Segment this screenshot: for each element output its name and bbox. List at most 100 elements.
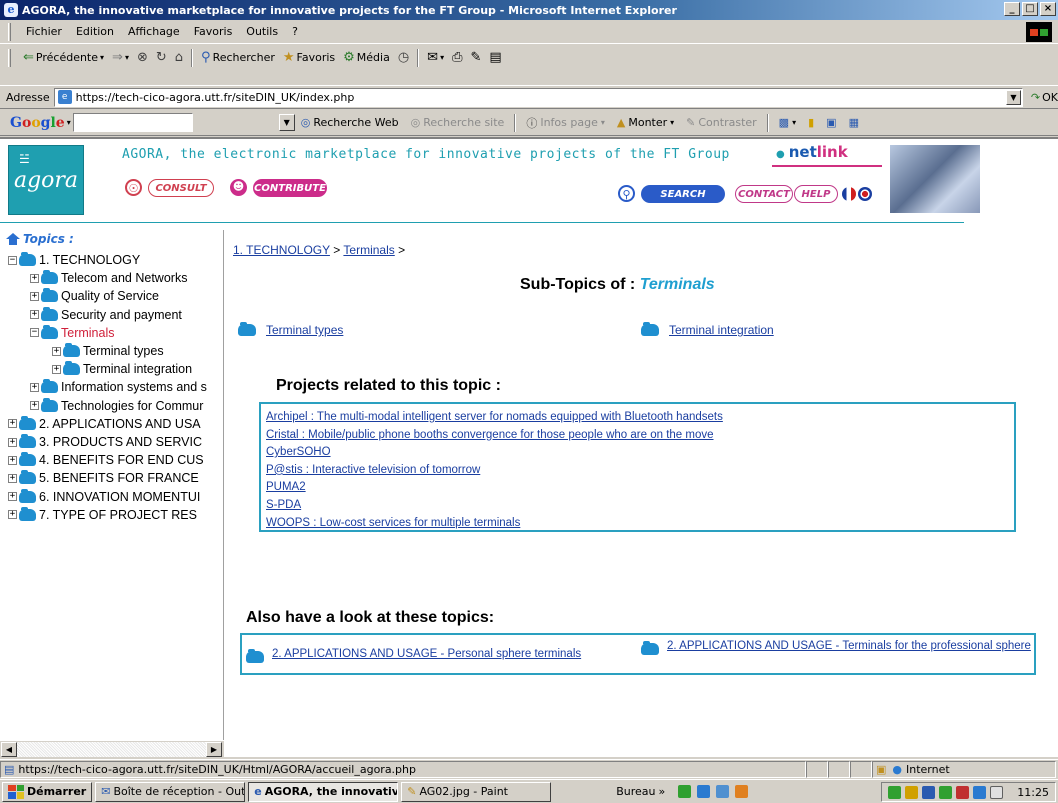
tree-item[interactable]: + Technologies for Commur [30, 397, 203, 415]
project-link-archipel[interactable]: Archipel : The multi-modal intelligent s… [266, 411, 1009, 429]
popup-blocker-button[interactable]: ▣ [820, 116, 842, 129]
menu-fichier[interactable]: Fichier [19, 25, 69, 38]
expand-icon[interactable]: + [52, 346, 61, 356]
scroll-right-button[interactable]: ▶ [206, 742, 222, 757]
title-bar[interactable]: e AGORA, the innovative marketplace for … [0, 0, 1058, 20]
clock[interactable]: 11:25 [1017, 786, 1049, 799]
task-outlook[interactable]: ✉ Boîte de réception - Outlo... [95, 781, 246, 802]
quick-launch-icon[interactable] [678, 785, 692, 798]
back-button[interactable]: ⇐ Précédente ▾ [19, 51, 108, 64]
task-paint[interactable]: ✎ AG02.jpg - Paint [401, 781, 552, 802]
expand-icon[interactable]: + [8, 437, 17, 447]
menu-favoris[interactable]: Favoris [187, 25, 240, 38]
subtopic-terminal-integration[interactable]: Terminal integration [641, 322, 774, 337]
quick-launch-icon[interactable] [735, 785, 749, 798]
highlight-button[interactable]: ▮ [802, 116, 820, 129]
expand-icon[interactable]: + [8, 492, 17, 502]
stop-button[interactable]: ⊗ [133, 51, 152, 64]
project-link-s-pda[interactable]: S-PDA [266, 499, 1009, 517]
language-icon[interactable] [922, 785, 936, 799]
related-topic-professional[interactable]: 2. APPLICATIONS AND USAGE - Terminals fo… [641, 639, 1033, 655]
expand-icon[interactable]: + [30, 382, 39, 392]
menu-outils[interactable]: Outils [239, 25, 285, 38]
google-logo[interactable]: Google [10, 115, 65, 131]
netlink-logo[interactable]: ● netlink [776, 143, 848, 161]
quick-launch-icon[interactable] [716, 785, 730, 798]
project-link-cristal[interactable]: Cristal : Mobile/public phone booths con… [266, 429, 1009, 447]
expand-icon[interactable]: + [30, 273, 39, 283]
tree-item[interactable]: − 1. TECHNOLOGY [8, 251, 140, 269]
mail-button[interactable]: ✉ ▾ [423, 51, 448, 64]
contribute-button[interactable]: CONTRIBUTE [253, 179, 327, 197]
discuss-button[interactable]: ▤ [485, 51, 505, 64]
project-link-cybersoho[interactable]: CyberSOHO [266, 446, 1009, 464]
quick-launch-icon[interactable] [697, 785, 711, 798]
tree-item[interactable]: + Telecom and Networks [30, 269, 187, 287]
maximize-button[interactable]: □ [1022, 2, 1038, 16]
tree-item[interactable]: +3. PRODUCTS AND SERVIC [8, 433, 202, 451]
page-info-button[interactable]: ⓘ Infos page ▾ [520, 115, 611, 131]
web-search-button[interactable]: ◎ Recherche Web [295, 116, 405, 129]
go-button[interactable]: ↷ OK [1031, 91, 1058, 104]
tree-item[interactable]: +4. BENEFITS FOR END CUS [8, 451, 204, 469]
contribute-icon[interactable]: ☻ [230, 179, 247, 196]
pagerank-button[interactable]: ▩ ▾ [773, 116, 802, 129]
scroll-left-button[interactable]: ◀ [1, 742, 17, 757]
tree-item[interactable]: + Terminal types [52, 342, 164, 360]
expand-icon[interactable]: + [30, 401, 39, 411]
subtopic-terminal-types[interactable]: Terminal types [238, 322, 343, 337]
tree-horizontal-scrollbar[interactable]: ◀ ▶ [0, 740, 224, 757]
home-button[interactable]: ⌂ [171, 51, 187, 64]
tree-item[interactable]: − Terminals [30, 324, 115, 342]
tray-icon[interactable] [973, 785, 987, 799]
collapse-icon[interactable]: − [8, 255, 17, 265]
site-search-button[interactable]: ◎ Recherche site [405, 116, 511, 129]
google-search-input[interactable] [72, 113, 193, 132]
menu-affichage[interactable]: Affichage [121, 25, 187, 38]
expand-icon[interactable]: + [8, 419, 17, 429]
tray-icon[interactable] [888, 785, 902, 799]
start-button[interactable]: Démarrer [2, 781, 93, 802]
agora-logo[interactable]: ☱ agora [8, 145, 84, 215]
collapse-icon[interactable]: − [30, 328, 39, 338]
breadcrumb-terminals[interactable]: Terminals [343, 243, 394, 257]
menu-help[interactable]: ? [285, 25, 305, 38]
search-icon[interactable]: ⚲ [618, 185, 635, 202]
expand-icon[interactable]: + [30, 310, 39, 320]
expand-icon[interactable]: + [30, 291, 39, 301]
tray-icon[interactable] [939, 785, 953, 799]
forward-button[interactable]: ⇒ ▾ [108, 51, 133, 64]
media-button[interactable]: ⚙ Média [339, 51, 394, 64]
related-topic-link[interactable]: 2. APPLICATIONS AND USAGE - Personal sph… [272, 647, 581, 661]
contrast-button[interactable]: ✎ Contraster [680, 116, 763, 129]
french-flag-icon[interactable] [842, 187, 856, 201]
search-button[interactable]: ⚲ Rechercher [197, 51, 279, 64]
desktop-toolbar[interactable]: Bureau » [611, 782, 670, 802]
tray-icon[interactable] [956, 785, 970, 799]
expand-icon[interactable]: + [8, 510, 17, 520]
calendar-icon[interactable] [990, 785, 1004, 799]
tree-item[interactable]: +5. BENEFITS FOR FRANCE [8, 469, 199, 487]
history-button[interactable]: ◷ [394, 51, 413, 64]
toolbar-grip[interactable] [8, 48, 11, 67]
related-topic-link[interactable]: 2. APPLICATIONS AND USAGE - Terminals fo… [667, 639, 1031, 653]
tree-item[interactable]: + Information systems and s [30, 378, 207, 396]
project-link-woops[interactable]: WOOPS : Low-cost services for multiple t… [266, 517, 1009, 535]
refresh-button[interactable]: ↻ [152, 51, 171, 64]
subtopic-link[interactable]: Terminal types [266, 323, 343, 337]
related-topic-personal[interactable]: 2. APPLICATIONS AND USAGE - Personal sph… [246, 647, 581, 663]
minimize-button[interactable]: _ [1004, 2, 1020, 16]
favorites-button[interactable]: ★ Favoris [279, 51, 339, 64]
project-link-puma2[interactable]: PUMA2 [266, 481, 1009, 499]
tree-item[interactable]: + Terminal integration [52, 360, 192, 378]
expand-icon[interactable]: + [8, 455, 17, 465]
uk-flag-icon[interactable] [858, 187, 872, 201]
consult-button[interactable]: CONSULT [148, 179, 214, 197]
scroll-track[interactable] [17, 742, 206, 757]
address-dropdown-button[interactable]: ▼ [1005, 89, 1021, 105]
google-dropdown-button[interactable]: ▼ [278, 114, 295, 131]
tree-item[interactable]: +6. INNOVATION MOMENTUI [8, 488, 200, 506]
subtopic-link[interactable]: Terminal integration [669, 323, 774, 337]
tray-icon[interactable] [905, 785, 919, 799]
project-link-pastis[interactable]: P@stis : Interactive television of tomor… [266, 464, 1009, 482]
